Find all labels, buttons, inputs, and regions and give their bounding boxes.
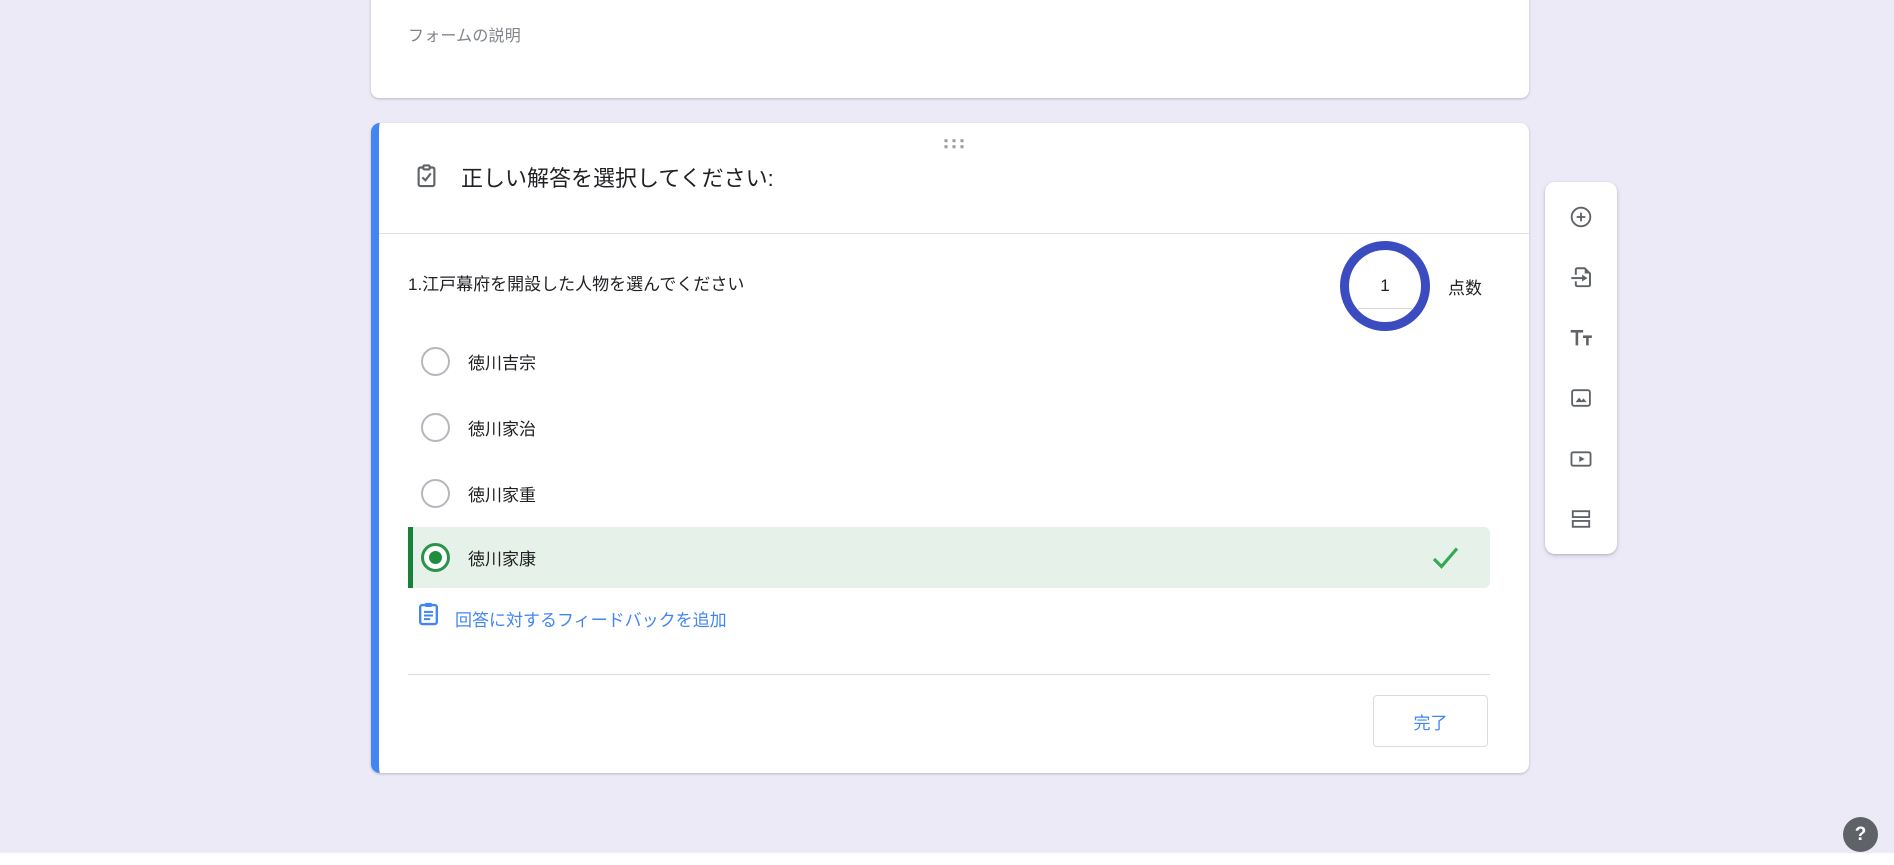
correct-checkmark-icon — [1431, 545, 1460, 570]
import-document-icon — [1568, 264, 1594, 290]
option-row[interactable]: 徳川家治 — [421, 397, 536, 457]
option-label: 徳川吉宗 — [468, 349, 536, 374]
radio-unselected-icon[interactable] — [421, 479, 450, 508]
radio-unselected-icon[interactable] — [421, 347, 450, 376]
radio-selected-icon[interactable] — [421, 543, 450, 572]
add-image-button[interactable] — [1561, 385, 1601, 411]
side-toolbar — [1545, 182, 1617, 554]
add-section-button[interactable] — [1561, 506, 1601, 532]
feedback-clipboard-icon[interactable] — [415, 601, 442, 628]
section-icon — [1568, 506, 1594, 532]
question-card: 正しい解答を選択してください: 1.江戸幕府を開設した人物を選んでください 1 … — [371, 123, 1529, 773]
add-title-button[interactable] — [1561, 325, 1601, 351]
points-value-input[interactable]: 1 — [1380, 276, 1389, 296]
points-label: 点数 — [1448, 274, 1482, 299]
form-description-input[interactable]: フォームの説明 — [408, 22, 521, 46]
form-description-card: フォームの説明 — [371, 0, 1529, 98]
option-label: 徳川家治 — [468, 415, 536, 440]
drag-handle-icon[interactable] — [935, 135, 973, 152]
video-icon — [1568, 446, 1594, 472]
footer-divider — [408, 674, 1490, 675]
image-icon — [1568, 385, 1594, 411]
question-text: 1.江戸幕府を開設した人物を選んでください — [408, 270, 744, 295]
add-video-button[interactable] — [1561, 446, 1601, 472]
answer-key-header-title: 正しい解答を選択してください: — [461, 165, 774, 193]
done-button[interactable]: 完了 — [1373, 695, 1488, 747]
option-row-correct[interactable]: 徳川家康 — [408, 527, 1490, 588]
text-fields-icon — [1568, 325, 1594, 351]
help-button[interactable]: ? — [1843, 817, 1878, 852]
radio-unselected-icon[interactable] — [421, 413, 450, 442]
bottom-edge-strip — [0, 853, 1894, 865]
option-label: 徳川家重 — [468, 481, 536, 506]
answer-key-clipboard-icon — [413, 163, 440, 190]
points-input-underline — [1358, 308, 1412, 309]
add-feedback-link[interactable]: 回答に対するフィードバックを追加 — [455, 606, 727, 631]
header-divider — [379, 233, 1529, 234]
page: フォームの説明 正しい解答を選択してください: 1.江戸幕府を開設した人物を選ん… — [0, 0, 1894, 865]
option-row[interactable]: 徳川家重 — [421, 463, 536, 523]
import-questions-button[interactable] — [1561, 264, 1601, 290]
points-circle: 1 — [1340, 241, 1430, 331]
option-row[interactable]: 徳川吉宗 — [421, 331, 536, 391]
plus-circle-icon — [1568, 204, 1594, 230]
add-question-button[interactable] — [1561, 204, 1601, 230]
option-label: 徳川家康 — [468, 545, 536, 570]
